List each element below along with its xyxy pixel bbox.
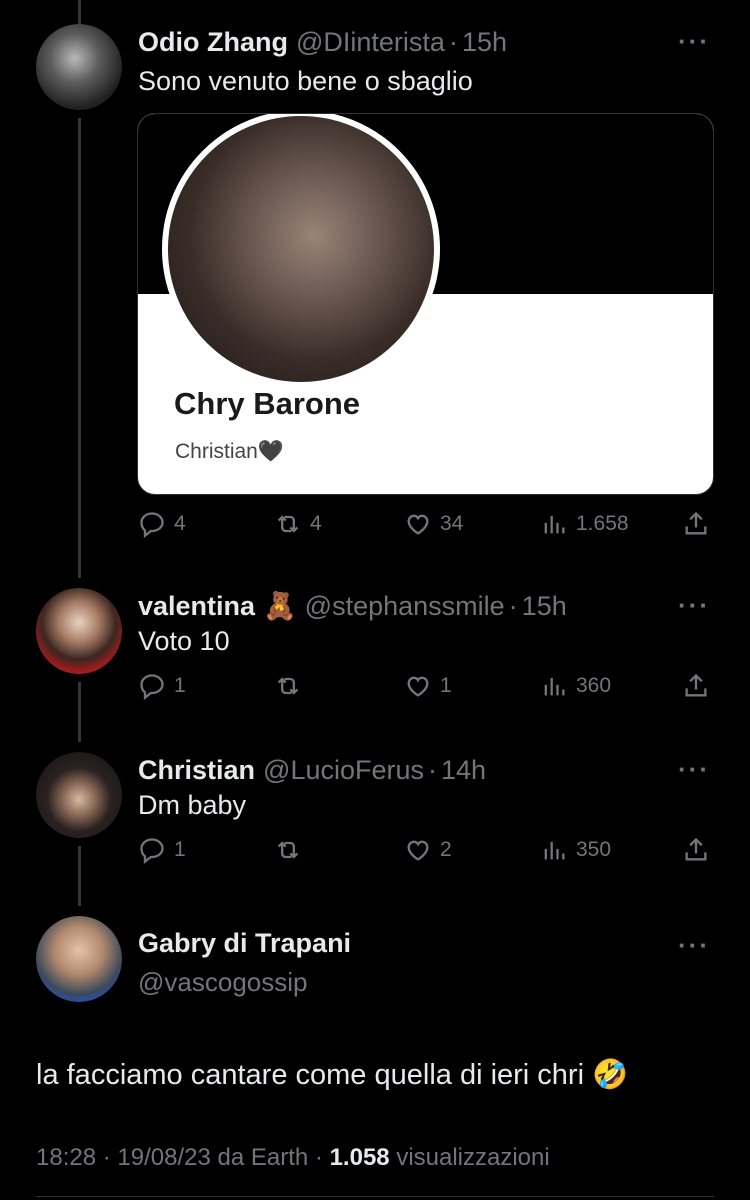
retweet-count: 4	[310, 512, 322, 535]
views-icon	[544, 677, 565, 696]
tweet-text: Dm baby	[138, 790, 247, 820]
author-name[interactable]: Christian	[138, 755, 255, 786]
tweet-text: Sono venuto bene o sbaglio	[138, 66, 473, 96]
more-icon[interactable]: ···	[678, 930, 710, 961]
avatar[interactable]	[36, 588, 122, 674]
timestamp[interactable]: 15h	[522, 591, 567, 622]
retweet-icon	[277, 677, 299, 695]
tweet-text: Voto 10	[138, 626, 230, 656]
views-button[interactable]: 1.658	[540, 510, 629, 538]
like-button[interactable]: 34	[404, 510, 463, 538]
like-icon	[407, 514, 429, 535]
retweet-button[interactable]: 4	[274, 510, 322, 538]
separator-dot: ·	[448, 26, 458, 57]
views-button[interactable]: 350	[540, 836, 611, 864]
reply-icon	[140, 838, 164, 864]
tweet-header: Odio Zhang @DIinterista · 15h	[138, 22, 507, 62]
more-icon[interactable]: ···	[678, 26, 710, 57]
share-icon	[685, 511, 707, 535]
share-button[interactable]	[682, 672, 718, 700]
separator-dot: ·	[428, 754, 438, 785]
author-name[interactable]: Odio Zhang	[138, 27, 288, 58]
author-handle[interactable]: @stephanssmile	[305, 591, 505, 622]
tweet-metadata: 18:28 · 19/08/23 da Earth · 1.058 visual…	[36, 1144, 550, 1172]
card-name: Chry Barone	[174, 386, 361, 421]
main-header: Gabry di Trapani @vascogossip	[138, 928, 351, 998]
author-handle[interactable]: @DIinterista	[296, 27, 445, 58]
separator-dot: ·	[102, 1144, 118, 1171]
post-date[interactable]: 19/08/23	[117, 1144, 210, 1171]
retweet-button[interactable]	[274, 836, 310, 864]
separator-dot: ·	[508, 590, 518, 621]
retweet-icon	[277, 515, 299, 533]
share-icon	[685, 673, 707, 697]
reply-button[interactable]: 1	[138, 836, 186, 864]
tweet-header: valentina 🧸 @stephanssmile · 15h	[138, 586, 567, 626]
like-button[interactable]: 2	[404, 836, 452, 864]
timestamp[interactable]: 15h	[462, 27, 507, 58]
reply-button[interactable]: 1	[138, 672, 186, 700]
more-icon[interactable]: ···	[678, 590, 710, 621]
like-count: 34	[440, 512, 464, 535]
reply-count: 1	[174, 838, 186, 861]
action-bar: 1 2 350	[138, 836, 718, 876]
divider	[36, 1196, 714, 1197]
card-subtitle: Christian🖤	[175, 440, 285, 463]
avatar[interactable]	[36, 24, 122, 110]
views-label: visualizzazioni	[396, 1144, 550, 1171]
views-count: 1.658	[576, 512, 629, 535]
views-icon	[544, 841, 565, 860]
like-count: 2	[440, 838, 452, 861]
share-button[interactable]	[682, 510, 718, 538]
views-count: 360	[576, 674, 612, 697]
retweet-icon	[277, 841, 299, 859]
action-bar: 4 4 34 1.658	[138, 510, 718, 550]
author-emoji: 🧸	[263, 591, 297, 621]
author-handle[interactable]: @vascogossip	[138, 967, 351, 998]
reply-icon	[140, 674, 164, 700]
views-button[interactable]: 360	[540, 672, 611, 700]
avatar[interactable]	[36, 752, 122, 838]
profile-card-image[interactable]: Chry Barone Christian🖤	[137, 113, 714, 495]
like-icon	[407, 676, 429, 697]
separator-dot: ·	[314, 1144, 330, 1171]
main-tweet-text: la facciamo cantare come quella di ieri …	[36, 1059, 629, 1091]
post-source: da Earth	[217, 1144, 309, 1171]
author-name[interactable]: Gabry di Trapani	[138, 928, 351, 959]
retweet-button[interactable]	[274, 672, 310, 700]
post-time[interactable]: 18:28	[36, 1144, 96, 1171]
views-icon	[544, 515, 565, 534]
action-bar: 1 1 360	[138, 672, 718, 712]
tweet-header: Christian @LucioFerus · 14h	[138, 750, 486, 790]
like-count: 1	[440, 674, 452, 697]
card-profile-photo	[162, 114, 440, 388]
avatar[interactable]	[36, 916, 122, 1002]
reply-button[interactable]: 4	[138, 510, 186, 538]
like-button[interactable]: 1	[404, 672, 452, 700]
timestamp[interactable]: 14h	[441, 755, 486, 786]
thread-line	[78, 0, 81, 26]
views-count: 350	[576, 838, 612, 861]
share-icon	[685, 837, 707, 861]
author-handle[interactable]: @LucioFerus	[263, 755, 424, 786]
reply-count: 4	[174, 512, 186, 535]
share-button[interactable]	[682, 836, 718, 864]
thread-line	[78, 118, 81, 578]
thread-line	[78, 846, 81, 906]
reply-icon	[140, 512, 164, 538]
views-total: 1.058	[329, 1144, 390, 1171]
thread-line	[78, 682, 81, 742]
like-icon	[407, 840, 429, 861]
author-name[interactable]: valentina	[138, 591, 255, 622]
more-icon[interactable]: ···	[678, 754, 710, 785]
reply-count: 1	[174, 674, 186, 697]
